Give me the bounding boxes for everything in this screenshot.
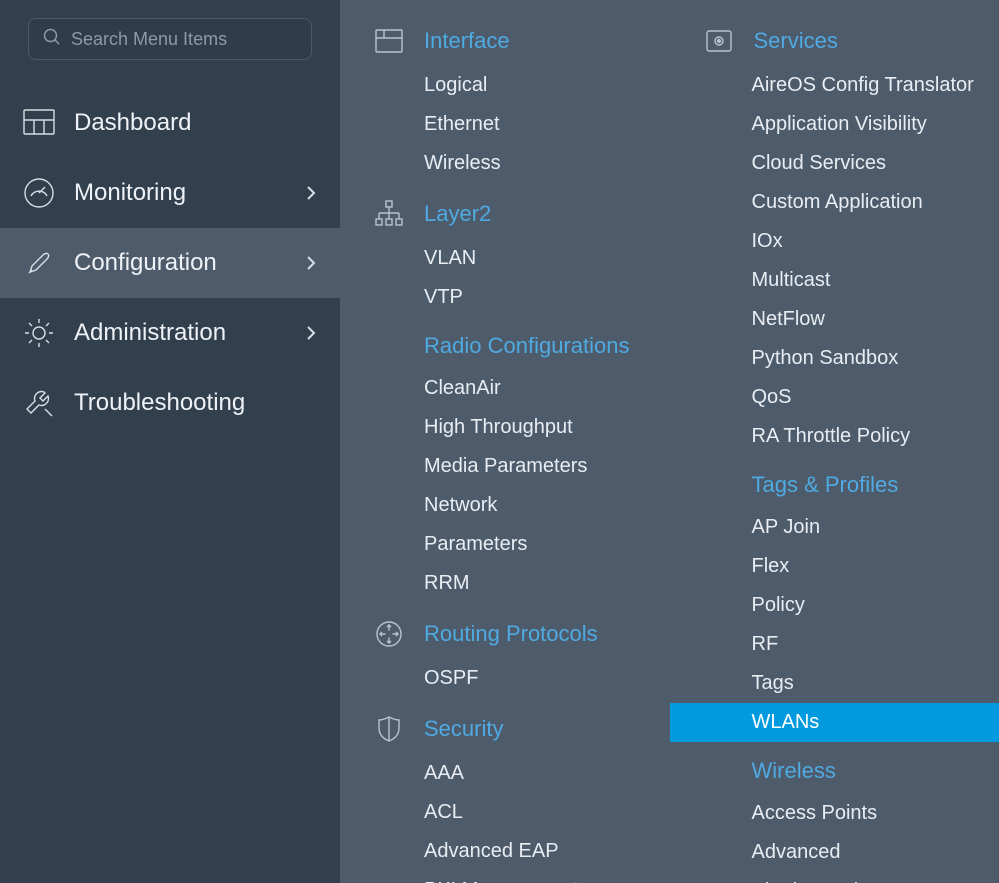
group-header-tags[interactable]: Tags & Profiles bbox=[670, 462, 999, 508]
menu-item-ra-throttle-policy[interactable]: RA Throttle Policy bbox=[752, 417, 999, 456]
sidebar-item-administration[interactable]: Administration bbox=[0, 298, 340, 368]
menu-item-custom-application[interactable]: Custom Application bbox=[752, 183, 999, 222]
menu-item-iox[interactable]: IOx bbox=[752, 222, 999, 261]
menu-item-access-points[interactable]: Access Points bbox=[752, 794, 999, 833]
menu-item-air-time-fairness[interactable]: Air Time Fairness bbox=[752, 872, 999, 883]
sidebar-item-label: Troubleshooting bbox=[74, 391, 320, 415]
group-header-security[interactable]: Security bbox=[340, 704, 670, 754]
search-icon bbox=[43, 28, 61, 51]
group-items: LogicalEthernetWireless bbox=[340, 66, 670, 183]
menu-item-logical[interactable]: Logical bbox=[424, 66, 670, 105]
group-title: Wireless bbox=[752, 758, 836, 784]
menu-item-network[interactable]: Network bbox=[424, 486, 670, 525]
dashboard-icon bbox=[22, 106, 56, 140]
group-items: CleanAirHigh ThroughputMedia ParametersN… bbox=[340, 369, 670, 603]
config-flyout: InterfaceLogicalEthernetWirelessLayer2VL… bbox=[340, 0, 999, 883]
menu-item-flex[interactable]: Flex bbox=[752, 547, 999, 586]
group-title: Tags & Profiles bbox=[752, 472, 899, 498]
group-header-wireless[interactable]: Wireless bbox=[670, 748, 999, 794]
menu-item-netflow[interactable]: NetFlow bbox=[752, 300, 999, 339]
group-header-layer2[interactable]: Layer2 bbox=[340, 189, 670, 239]
menu-item-pki-management[interactable]: PKI Management bbox=[424, 871, 670, 883]
menu-item-wireless[interactable]: Wireless bbox=[424, 144, 670, 183]
group-tags: Tags & Profiles AP JoinFlexPolicyRFTagsWL… bbox=[670, 462, 999, 742]
search-input[interactable] bbox=[71, 29, 303, 50]
menu-item-python-sandbox[interactable]: Python Sandbox bbox=[752, 339, 999, 378]
group-interface: Interface LogicalEthernetWireless bbox=[340, 16, 670, 183]
group-items: OSPF bbox=[340, 659, 670, 698]
menu-item-tags[interactable]: Tags bbox=[752, 664, 999, 703]
group-items: AP JoinFlexPolicyRFTagsWLANs bbox=[670, 508, 999, 742]
group-header-routing[interactable]: Routing Protocols bbox=[340, 609, 670, 659]
group-routing: Routing Protocols OSPF bbox=[340, 609, 670, 698]
menu-item-ap-join[interactable]: AP Join bbox=[752, 508, 999, 547]
group-items: VLANVTP bbox=[340, 239, 670, 317]
menu-item-wlans[interactable]: WLANs bbox=[670, 703, 999, 742]
services-icon bbox=[704, 26, 734, 56]
group-title: Routing Protocols bbox=[424, 621, 598, 647]
group-services: Services AireOS Config TranslatorApplicat… bbox=[670, 16, 999, 456]
menu-item-aaa[interactable]: AAA bbox=[424, 754, 670, 793]
group-header-services[interactable]: Services bbox=[670, 16, 999, 66]
group-title: Radio Configurations bbox=[424, 333, 629, 359]
group-radio: Radio Configurations CleanAirHigh Through… bbox=[340, 323, 670, 603]
menu-item-cleanair[interactable]: CleanAir bbox=[424, 369, 670, 408]
menu-item-high-throughput[interactable]: High Throughput bbox=[424, 408, 670, 447]
group-items: AAAACLAdvanced EAPPKI ManagementLocal EA… bbox=[340, 754, 670, 883]
group-title: Services bbox=[754, 28, 838, 54]
sidebar-item-label: Administration bbox=[74, 321, 288, 345]
menu-item-vlan[interactable]: VLAN bbox=[424, 239, 670, 278]
menu-item-rrm[interactable]: RRM bbox=[424, 564, 670, 603]
sidebar-item-configuration[interactable]: Configuration bbox=[0, 228, 340, 298]
group-header-radio[interactable]: Radio Configurations bbox=[340, 323, 670, 369]
group-layer2: Layer2 VLANVTP bbox=[340, 189, 670, 317]
interface-icon bbox=[374, 26, 404, 56]
administration-icon bbox=[22, 316, 56, 350]
group-wireless: Wireless Access PointsAdvancedAir Time Fa… bbox=[670, 748, 999, 883]
menu-item-multicast[interactable]: Multicast bbox=[752, 261, 999, 300]
sidebar-nav: Dashboard Monitoring Configuration Administ… bbox=[0, 88, 340, 438]
menu-item-cloud-services[interactable]: Cloud Services bbox=[752, 144, 999, 183]
group-title: Interface bbox=[424, 28, 510, 54]
configuration-icon bbox=[22, 246, 56, 280]
menu-item-vtp[interactable]: VTP bbox=[424, 278, 670, 317]
group-header-interface[interactable]: Interface bbox=[340, 16, 670, 66]
chevron-right-icon bbox=[306, 185, 320, 201]
chevron-right-icon bbox=[306, 255, 320, 271]
menu-item-ethernet[interactable]: Ethernet bbox=[424, 105, 670, 144]
sidebar: Dashboard Monitoring Configuration Administ… bbox=[0, 0, 340, 883]
menu-item-parameters[interactable]: Parameters bbox=[424, 525, 670, 564]
sidebar-item-label: Dashboard bbox=[74, 111, 320, 135]
chevron-right-icon bbox=[306, 325, 320, 341]
menu-item-advanced-eap[interactable]: Advanced EAP bbox=[424, 832, 670, 871]
search-box[interactable] bbox=[28, 18, 312, 60]
group-title: Layer2 bbox=[424, 201, 491, 227]
menu-item-aireos-config-translator[interactable]: AireOS Config Translator bbox=[752, 66, 999, 105]
menu-item-ospf[interactable]: OSPF bbox=[424, 659, 670, 698]
routing-icon bbox=[374, 619, 404, 649]
flyout-column-1: Interface LogicalEthernetWireless Layer2 VL… bbox=[340, 0, 670, 883]
search-container bbox=[0, 18, 340, 88]
menu-item-acl[interactable]: ACL bbox=[424, 793, 670, 832]
menu-item-policy[interactable]: Policy bbox=[752, 586, 999, 625]
flyout-column-2: Services AireOS Config TranslatorApplicat… bbox=[670, 0, 999, 883]
group-items: AireOS Config TranslatorApplication Visi… bbox=[670, 66, 999, 456]
group-items: Access PointsAdvancedAir Time FairnessFa… bbox=[670, 794, 999, 883]
layer2-icon bbox=[374, 199, 404, 229]
sidebar-item-label: Monitoring bbox=[74, 181, 288, 205]
sidebar-item-dashboard[interactable]: Dashboard bbox=[0, 88, 340, 158]
sidebar-item-troubleshooting[interactable]: Troubleshooting bbox=[0, 368, 340, 438]
sidebar-item-label: Configuration bbox=[74, 251, 288, 275]
menu-item-media-parameters[interactable]: Media Parameters bbox=[424, 447, 670, 486]
troubleshooting-icon bbox=[22, 386, 56, 420]
menu-item-rf[interactable]: RF bbox=[752, 625, 999, 664]
monitoring-icon bbox=[22, 176, 56, 210]
security-icon bbox=[374, 714, 404, 744]
menu-item-advanced[interactable]: Advanced bbox=[752, 833, 999, 872]
group-title: Security bbox=[424, 716, 503, 742]
menu-item-qos[interactable]: QoS bbox=[752, 378, 999, 417]
menu-item-application-visibility[interactable]: Application Visibility bbox=[752, 105, 999, 144]
sidebar-item-monitoring[interactable]: Monitoring bbox=[0, 158, 340, 228]
group-security: Security AAAACLAdvanced EAPPKI Management… bbox=[340, 704, 670, 883]
